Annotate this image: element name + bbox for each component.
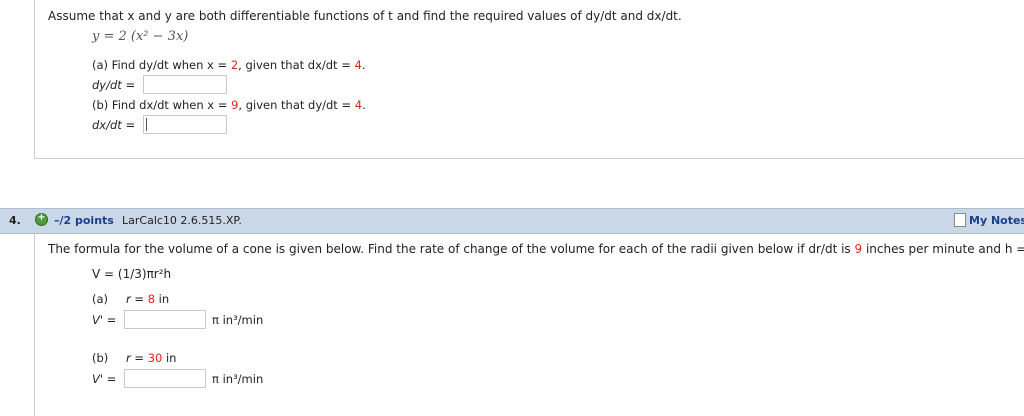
q4-part-b-unit: π in³/min [212,372,264,386]
q4-prompt-start: The formula for the volume of a cone is … [48,242,855,256]
q3-dydt-label: dy/dt = [92,78,136,92]
q3-dxdt-input[interactable] [143,115,227,134]
q4-part-b-r-unit: in [162,351,177,365]
q4-prompt-mid: inches per minute and h = [862,242,1024,256]
q4-number: 4. [9,214,21,227]
q3-part-a-text: (a) Find dy/dt when x = 2, given that dx… [92,58,366,72]
q4-part-a-unit: π in³/min [212,313,264,327]
q3-part-a-given-value: 4 [354,58,362,72]
q4-part-b-r: r = 30 in [126,351,176,365]
q3-part-b-text: (b) Find dx/dt when x = 9, given that dy… [92,98,366,112]
q4-part-b-input[interactable] [124,369,206,388]
q4-part-a-r-text: r = [126,292,148,306]
q4-part-a-input[interactable] [124,310,206,329]
q4-part-a-r-value: 8 [147,292,156,306]
q3-part-b-label: (b) Find dx/dt when x = [92,98,232,112]
my-notes-link[interactable]: My Notes [969,214,1024,227]
notes-icon[interactable] [954,213,966,227]
q4-points: –/2 points [54,214,114,227]
q3-prompt: Assume that x and y are both differentia… [48,9,682,23]
q4-part-b-answer-label: V' = [92,372,117,386]
q3-part-b-given-value: 4 [354,98,363,112]
q3-part-a-label: (a) Find dy/dt when x = [92,58,231,72]
expand-plus-icon[interactable]: + [35,212,48,226]
q4-part-a-answer-label: V' = [92,313,117,327]
q4-formula: V = (1/3)πr²h [92,267,172,281]
q4-part-b-label: (b) [92,351,109,365]
q4-prompt: The formula for the volume of a cone is … [48,242,1024,256]
q3-part-a-end: . [361,58,366,72]
q3-part-b-given-text: , given that dy/dt = [238,98,355,112]
q4-part-a-r: r = 8 in [126,292,169,306]
q4-part-b-r-text: r = [126,351,148,365]
q4-part-b-r-value: 30 [147,351,163,365]
q4-part-a-r-unit: in [155,292,170,306]
text-cursor [146,118,147,131]
q3-dydt-input[interactable] [143,75,227,94]
q4-source[interactable]: LarCalc10 2.6.515.XP. [122,214,242,227]
q4-part-a-label: (a) [92,292,109,306]
q3-part-b-end: . [362,98,366,112]
q3-equation: y = 2 (x² − 3x) [92,29,189,44]
q3-part-a-given-text: , given that dx/dt = [238,58,355,72]
q3-dxdt-label: dx/dt = [92,118,136,132]
q4-rate-value: 9 [854,242,863,256]
